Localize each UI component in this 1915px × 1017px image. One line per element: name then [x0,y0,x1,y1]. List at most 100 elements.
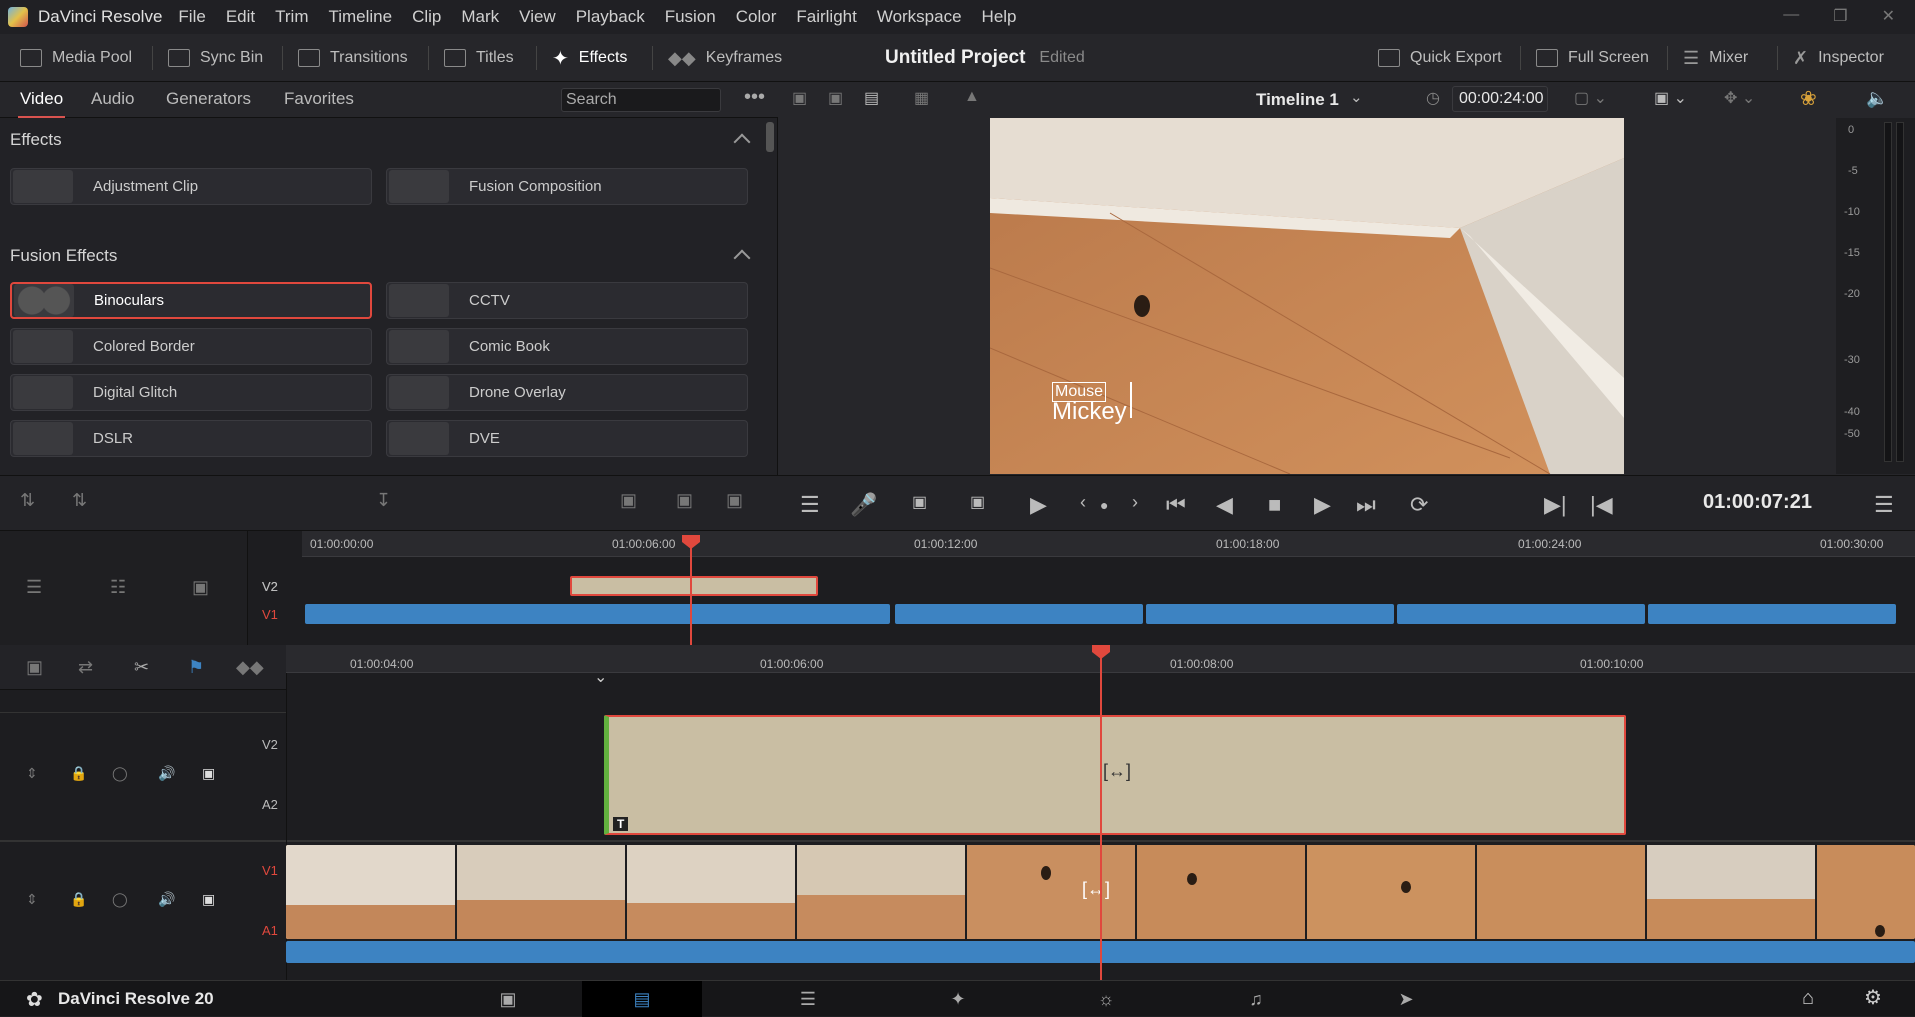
track-height-icon[interactable]: ⇕ [26,765,38,782]
tab-video[interactable]: Video [18,82,66,118]
menu-mark[interactable]: Mark [451,7,509,27]
title-overlay-large[interactable]: Mickey [1052,398,1127,426]
tab-favorites[interactable]: Favorites [284,82,354,118]
menu-help[interactable]: Help [972,7,1027,27]
effect-binoculars[interactable]: Binoculars [10,282,372,319]
upper-video-clip[interactable] [1146,604,1394,624]
menu-timeline[interactable]: Timeline [318,7,402,27]
poi-add-icon[interactable]: ▣ [970,492,985,512]
layout-icon[interactable]: ▦ [914,88,929,108]
transform-tool-icon[interactable]: ✥ ⌄ [1724,88,1755,108]
effect-cctv[interactable]: CCTV [386,282,748,319]
play-icon[interactable]: ▶ [1314,492,1331,518]
bypass-icon[interactable]: ▲ [964,88,980,106]
audio-icon[interactable]: ▣ [192,577,209,598]
timeline-view-icon[interactable]: ▤ [864,88,879,108]
color-wheel-icon[interactable]: ❀ [1800,86,1817,111]
upper-ruler[interactable]: 01:00:00:00 01:00:06:00 01:00:12:00 01:0… [302,531,1915,557]
effect-colored-border[interactable]: Colored Border [10,328,372,365]
timeline-options-icon[interactable]: ☰ [26,577,42,598]
stop-icon[interactable]: ■ [1268,492,1281,518]
headphones-icon[interactable]: ◯ [112,765,128,782]
timeline-dropdown-chevron-icon[interactable]: ⌄ [1350,88,1363,106]
fairlight-page-icon[interactable]: ♫ [1196,981,1316,1017]
headphones-icon[interactable]: ◯ [112,891,128,908]
full-screen-button[interactable]: Full Screen [1536,34,1649,82]
fusion-page-icon[interactable]: ✦ [898,981,1018,1017]
microphone-icon[interactable]: 🎤 [850,492,877,518]
hd-output-icon[interactable]: ▣ ⌄ [1654,88,1687,108]
viewer-menu-icon[interactable]: ☰ [1874,492,1894,518]
effect-comic-book[interactable]: Comic Book [386,328,748,365]
fit-to-fill-icon[interactable]: ▣ [676,490,693,511]
upper-video-clip[interactable] [1397,604,1645,624]
flag-marker-icon[interactable]: ⚑ [188,657,204,678]
keyframe-diamond-icon[interactable]: ◆◆ [236,657,264,678]
cut-page-icon[interactable]: ☰ [748,981,868,1017]
upper-playhead[interactable] [690,539,692,645]
replace-clip-icon[interactable]: ▣ [620,490,637,511]
settings-sliders-icon[interactable]: ☰ [800,492,820,518]
title-clip-mickey[interactable]: T [↔] [604,715,1626,835]
overwrite-clip-icon[interactable]: ⇅ [72,490,87,511]
sync-bin-button[interactable]: Sync Bin [168,34,263,82]
effect-digital-glitch[interactable]: Digital Glitch [10,374,372,411]
edit-page-icon[interactable]: ▤ [582,981,702,1017]
deliver-page-icon[interactable]: ➤ [1346,981,1466,1017]
section-effects-header[interactable]: Effects [10,130,62,150]
restore-icon[interactable]: ❐ [1833,6,1847,26]
transition-handle-icon[interactable]: [↔] [1082,879,1110,900]
lock-icon[interactable]: 🔒 [70,765,87,782]
titles-button[interactable]: Titles [444,34,514,82]
more-options-icon[interactable]: ••• [744,86,765,109]
tab-generators[interactable]: Generators [166,82,251,118]
media-pool-button[interactable]: Media Pool [20,34,132,82]
effect-adjustment-clip[interactable]: Adjustment Clip [10,168,372,205]
prev-marker-icon[interactable]: ‹ [1080,492,1086,513]
source-view-icon[interactable]: ▣ [828,88,843,108]
video-preview[interactable]: Mouse Mickey [990,118,1624,474]
effect-drone-overlay[interactable]: Drone Overlay [386,374,748,411]
upper-title-clip[interactable] [570,576,818,596]
menu-clip[interactable]: Clip [402,7,451,27]
marker-dot-icon[interactable]: ● [1100,497,1108,513]
minimize-icon[interactable]: — [1783,6,1799,26]
mark-out-icon[interactable]: |◀ [1590,492,1613,518]
loop-icon[interactable]: ⟳ [1410,492,1428,518]
transition-handle-icon[interactable]: [↔] [1103,761,1131,782]
settings-gear-icon[interactable]: ⚙ [1864,985,1882,1010]
trim-tool-icon[interactable]: ▣ [26,657,43,678]
poi-icon[interactable]: ▣ [912,492,927,512]
mark-in-icon[interactable]: ▶| [1544,492,1567,518]
upper-video-clip[interactable] [305,604,890,624]
next-marker-icon[interactable]: › [1132,492,1138,513]
menu-trim[interactable]: Trim [265,7,318,27]
effect-fusion-composition[interactable]: Fusion Composition [386,168,748,205]
scrollbar-thumb[interactable] [766,122,774,152]
close-icon[interactable]: ✕ [1882,6,1895,26]
blade-scissors-icon[interactable]: ✂ [134,657,149,678]
film-icon[interactable]: ▣ [202,765,215,782]
media-page-icon[interactable]: ▣ [448,981,568,1017]
upper-video-clip[interactable] [895,604,1143,624]
inspector-button[interactable]: ✗ Inspector [1793,34,1884,82]
play-around-icon[interactable]: ▶ [1030,492,1047,518]
snap-icon[interactable]: ☷ [110,577,126,598]
section-fusion-effects-header[interactable]: Fusion Effects [10,246,117,266]
menu-file[interactable]: File [168,7,215,27]
color-page-icon[interactable]: ☼ [1046,981,1166,1017]
menu-fairlight[interactable]: Fairlight [786,7,866,27]
transitions-button[interactable]: Transitions [298,34,408,82]
menu-view[interactable]: View [509,7,566,27]
timeline-name[interactable]: Timeline 1 [1256,90,1339,110]
search-input[interactable]: Search [561,88,721,112]
image-view-icon[interactable]: ▣ [792,88,807,108]
ripple-overwrite-icon[interactable]: ▣ [726,490,743,511]
playhead[interactable] [1100,655,1102,980]
dynamic-trim-icon[interactable]: ⇄ [78,657,93,678]
menu-playback[interactable]: Playback [566,7,655,27]
track-height-icon[interactable]: ⇕ [26,891,38,908]
go-to-start-icon[interactable]: ⏮ [1166,492,1186,518]
tab-audio[interactable]: Audio [91,82,134,118]
menu-fusion[interactable]: Fusion [655,7,726,27]
